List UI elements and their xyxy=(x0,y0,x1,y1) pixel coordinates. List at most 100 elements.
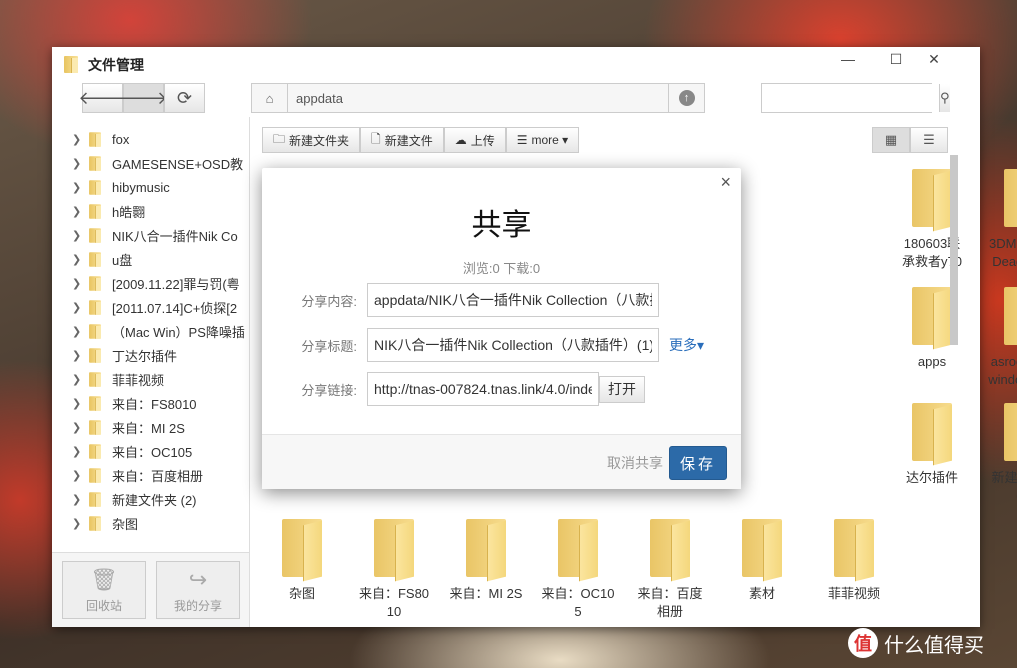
up-directory-icon[interactable]: ↑ xyxy=(668,84,704,112)
close-button[interactable]: ✕ xyxy=(924,51,944,68)
chevron-right-icon[interactable]: ❯ xyxy=(72,325,88,338)
tree-item-label: h皓翾 xyxy=(112,204,146,220)
tree-item-label: 菲菲视频 xyxy=(112,372,165,388)
chevron-right-icon[interactable]: ❯ xyxy=(72,493,88,506)
folder-name: apps xyxy=(917,354,947,369)
folder-icon xyxy=(912,403,952,461)
tree-item-label: 来自：百度相册 xyxy=(112,468,204,484)
tree-item[interactable]: ❯ hibymusic xyxy=(52,175,249,199)
save-button[interactable]: 保存 xyxy=(669,446,727,480)
folder-item[interactable]: 达尔插件 xyxy=(886,403,978,487)
folder-item[interactable]: 素材 xyxy=(716,519,808,603)
tree-item[interactable]: ❯ NIK八合一插件Nik Co xyxy=(52,223,249,247)
chevron-right-icon[interactable]: ❯ xyxy=(72,133,88,146)
folder-item[interactable]: 3DMGAME- Dead.Risin xyxy=(978,169,1017,271)
forward-button[interactable]: 🡒 xyxy=(119,83,168,113)
tree-item[interactable]: ❯ 来自：OC105 xyxy=(52,439,249,463)
folder-item[interactable]: 新建文件夹 (2) xyxy=(978,403,1017,505)
chevron-right-icon[interactable]: ❯ xyxy=(72,157,88,170)
more-options-link[interactable]: 更多▾ xyxy=(669,335,704,355)
scrollbar[interactable] xyxy=(950,155,958,345)
grid-view-icon[interactable]: ▦ xyxy=(872,127,910,153)
open-link-button[interactable]: 打开 xyxy=(599,375,645,403)
cloud-upload-icon: ☁ xyxy=(454,133,467,147)
folder-icon xyxy=(912,169,952,227)
tree-item[interactable]: ❯ 丁达尔插件 xyxy=(52,343,249,367)
search-input[interactable] xyxy=(762,84,939,112)
chevron-right-icon[interactable]: ❯ xyxy=(72,397,88,410)
back-button[interactable]: 🡐 xyxy=(78,83,127,113)
tree-item[interactable]: ❯ fox xyxy=(52,127,249,151)
folder-item[interactable]: apps xyxy=(886,287,978,371)
chevron-right-icon[interactable]: ❯ xyxy=(72,277,88,290)
share-content-input[interactable] xyxy=(367,283,659,317)
chevron-right-icon[interactable]: ❯ xyxy=(72,349,88,362)
home-icon[interactable]: ⌂ xyxy=(252,84,288,112)
chevron-right-icon[interactable]: ❯ xyxy=(72,373,88,386)
tree-item[interactable]: ❯ 新建文件夹 (2) xyxy=(52,487,249,511)
tree-item[interactable]: ❯ [2009.11.22]罪与罚(粤 xyxy=(52,271,249,295)
folder-item[interactable]: 杂图 xyxy=(256,519,348,603)
chevron-right-icon[interactable]: ❯ xyxy=(72,421,88,434)
maximize-button[interactable]: ☐ xyxy=(886,51,906,68)
recycle-bin-button[interactable]: 🗑 回收站 xyxy=(62,561,146,619)
new-file-button[interactable]: 🗋 新建文件 xyxy=(360,127,444,153)
refresh-button[interactable]: ⟳ xyxy=(164,83,205,113)
chevron-right-icon[interactable]: ❯ xyxy=(72,253,88,266)
folder-item[interactable]: 来自：FS80 10 xyxy=(348,519,440,621)
tree-item[interactable]: ❯ GAMESENSE+OSD教 xyxy=(52,151,249,175)
tree-item[interactable]: ❯ 来自：百度相册 xyxy=(52,463,249,487)
search-icon[interactable]: ⚲ xyxy=(939,84,950,112)
tree-item[interactable]: ❯ u盘 xyxy=(52,247,249,271)
new-folder-button[interactable]: 🗀 新建文件夹 xyxy=(262,127,361,153)
chevron-right-icon[interactable]: ❯ xyxy=(72,469,88,482)
recycle-label: 回收站 xyxy=(85,598,122,613)
cancel-share-button[interactable]: 取消共享 xyxy=(607,453,663,473)
tree-item[interactable]: ❯ 菲菲视频 xyxy=(52,367,249,391)
tree-item[interactable]: ❯ 来自：FS8010 xyxy=(52,391,249,415)
chevron-right-icon[interactable]: ❯ xyxy=(72,229,88,242)
share-icon: ↪ xyxy=(188,566,208,592)
tree-item[interactable]: ❯ （Mac Win）PS降噪插 xyxy=(52,319,249,343)
folder-item[interactable]: 来自：MI 2S xyxy=(440,519,532,603)
sidebar-actions: 🗑 回收站 ↪ 我的分享 xyxy=(52,552,249,627)
chevron-right-icon[interactable]: ❯ xyxy=(72,301,88,314)
folder-icon xyxy=(282,519,322,577)
tree-item[interactable]: ❯ [2011.07.14]C+侦探[2 xyxy=(52,295,249,319)
tree-item-label: 来自：OC105 xyxy=(112,444,193,460)
tree-item[interactable]: ❯ 来自：MI 2S xyxy=(52,415,249,439)
upload-button[interactable]: ☁ 上传 xyxy=(443,127,506,153)
folder-name: 来自：MI 2S xyxy=(449,586,523,601)
more-dropdown[interactable]: ☰ more ▾ xyxy=(505,127,580,153)
new-folder-label: 新建文件夹 xyxy=(289,133,350,148)
folder-item[interactable]: asrock_cn_ windows_7_ xyxy=(978,287,1017,389)
folder-name: 3DMGAME- Dead.Risin xyxy=(988,236,1017,269)
folder-item[interactable]: 180603联 承救者y70 xyxy=(886,169,978,271)
chevron-right-icon[interactable]: ❯ xyxy=(72,205,88,218)
tree-item[interactable]: ❯ h皓翾 xyxy=(52,199,249,223)
list-view-icon[interactable]: ☰ xyxy=(910,127,948,153)
minimize-button[interactable]: — xyxy=(838,51,858,67)
folder-item[interactable]: 来自：OC10 5 xyxy=(532,519,624,621)
chevron-right-icon[interactable]: ❯ xyxy=(72,181,88,194)
share-title-input[interactable] xyxy=(367,328,659,362)
tree-item[interactable]: ❯ 杂图 xyxy=(52,511,249,535)
folder-item[interactable]: 来自：百度 相册 xyxy=(624,519,716,621)
folder-name: 新建文件夹 (2) xyxy=(991,470,1017,503)
window-title: 文件管理 xyxy=(88,56,144,73)
folder-item[interactable]: 菲菲视频 xyxy=(808,519,900,603)
sidebar: ❯ fox ❯ GAMESENSE+OSD教 ❯ hibymusic ❯ h皓翾 ❯ NIK八合一… xyxy=(52,117,250,627)
breadcrumb-appdata[interactable]: appdata xyxy=(288,91,351,106)
chevron-right-icon[interactable]: ❯ xyxy=(72,445,88,458)
new-file-label: 新建文件 xyxy=(384,133,433,148)
view-toggle: ▦ ☰ xyxy=(872,127,948,153)
close-icon[interactable]: × xyxy=(720,172,731,193)
folder-name: 来自：百度 相册 xyxy=(637,586,703,619)
folder-name: 素材 xyxy=(748,586,775,601)
folder-icon xyxy=(89,515,101,531)
chevron-right-icon[interactable]: ❯ xyxy=(72,517,88,530)
my-share-button[interactable]: ↪ 我的分享 xyxy=(156,561,240,619)
folder-icon xyxy=(89,179,101,195)
share-link-input[interactable] xyxy=(367,372,599,406)
tree-item-label: 新建文件夹 (2) xyxy=(112,492,197,508)
